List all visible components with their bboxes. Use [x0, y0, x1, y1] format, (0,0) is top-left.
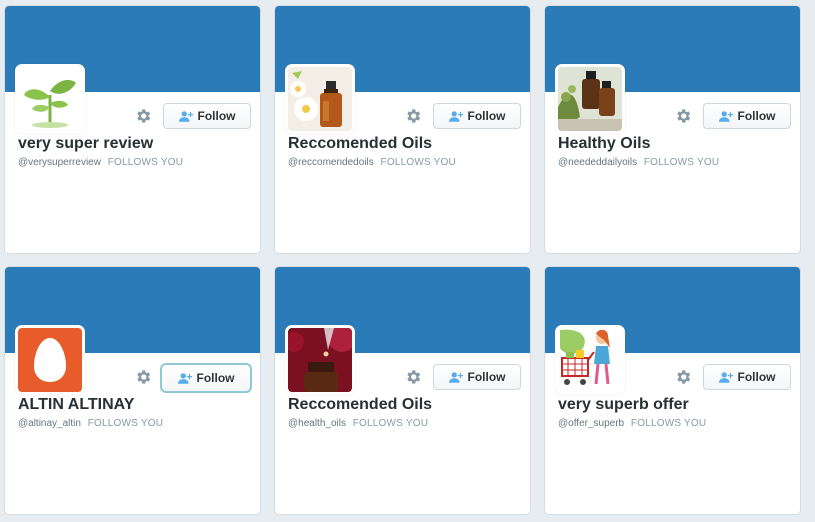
avatar[interactable] — [15, 64, 85, 134]
avatar[interactable] — [555, 64, 625, 134]
profile-handle[interactable]: @verysuperreview — [18, 157, 101, 168]
follows-you-badge: FOLLOWS YOU — [630, 418, 707, 429]
profile-meta: @neededdailyoils FOLLOWS YOU — [558, 157, 719, 168]
profile-card[interactable]: Follow Reccomended Oils @reccomendedoils… — [274, 5, 531, 254]
follows-you-badge: FOLLOWS YOU — [352, 418, 429, 429]
profile-name[interactable]: ALTIN ALTINAY — [18, 396, 134, 414]
gear-icon[interactable] — [134, 368, 152, 386]
follow-button[interactable]: Follow — [163, 103, 251, 129]
follow-button[interactable]: Follow — [703, 364, 791, 390]
follow-label: Follow — [737, 109, 776, 123]
profile-name[interactable]: very super review — [18, 135, 153, 153]
avatar[interactable] — [15, 325, 85, 395]
add-user-icon — [449, 110, 464, 123]
gear-icon[interactable] — [674, 368, 692, 386]
gear-icon[interactable] — [674, 107, 692, 125]
gear-icon[interactable] — [134, 107, 152, 125]
avatar[interactable] — [285, 325, 355, 395]
follows-you-badge: FOLLOWS YOU — [643, 157, 720, 168]
profile-name[interactable]: Reccomended Oils — [288, 396, 432, 414]
follows-you-badge: FOLLOWS YOU — [107, 157, 184, 168]
follow-button[interactable]: Follow — [433, 364, 521, 390]
profile-handle[interactable]: @reccomendedoils — [288, 157, 374, 168]
profile-meta: @verysuperreview FOLLOWS YOU — [18, 157, 183, 168]
avatar[interactable] — [555, 325, 625, 395]
oil-bottle-daisies-icon — [288, 67, 352, 131]
follow-label: Follow — [196, 371, 235, 385]
sprout-logo-icon — [18, 67, 82, 131]
add-user-icon — [449, 371, 464, 384]
add-user-icon — [179, 110, 194, 123]
follow-label: Follow — [467, 109, 506, 123]
follow-button[interactable]: Follow — [433, 103, 521, 129]
gear-icon[interactable] — [404, 107, 422, 125]
profile-handle[interactable]: @altinay_altin — [18, 418, 81, 429]
follows-you-badge: FOLLOWS YOU — [380, 157, 456, 168]
oil-bottles-herbs-icon — [558, 67, 622, 131]
profile-meta: @altinay_altin FOLLOWS YOU — [18, 418, 163, 429]
profile-name[interactable]: very superb offer — [558, 396, 689, 414]
gear-icon[interactable] — [404, 368, 422, 386]
profile-meta: @reccomendedoils FOLLOWS YOU — [288, 157, 456, 168]
default-egg-icon — [18, 328, 82, 392]
profile-meta: @offer_superb FOLLOWS YOU — [558, 418, 706, 429]
follow-label: Follow — [197, 109, 236, 123]
profile-card[interactable]: Follow very super review @verysuperrevie… — [4, 5, 261, 254]
profile-handle[interactable]: @health_oils — [288, 418, 346, 429]
profile-name[interactable]: Healthy Oils — [558, 135, 650, 153]
follow-label: Follow — [737, 370, 776, 384]
profile-handle[interactable]: @offer_superb — [558, 418, 624, 429]
follow-button[interactable]: Follow — [703, 103, 791, 129]
profile-card[interactable]: Follow Reccomended Oils @health_oils FOL… — [274, 266, 531, 515]
follow-button[interactable]: Follow — [160, 363, 252, 393]
shopping-girl-cart-icon — [558, 328, 622, 392]
add-user-icon — [719, 110, 734, 123]
follow-label: Follow — [467, 370, 506, 384]
profile-handle[interactable]: @neededdailyoils — [558, 157, 637, 168]
profile-name[interactable]: Reccomended Oils — [288, 135, 432, 153]
profile-meta: @health_oils FOLLOWS YOU — [288, 418, 428, 429]
add-user-icon — [178, 372, 193, 385]
dropper-bottle-icon — [288, 328, 352, 392]
profile-card[interactable]: Follow very superb offer @offer_superb F… — [544, 266, 801, 515]
add-user-icon — [719, 371, 734, 384]
profile-card[interactable]: Follow ALTIN ALTINAY @altinay_altin FOLL… — [4, 266, 261, 515]
profile-card[interactable]: Follow Healthy Oils @neededdailyoils FOL… — [544, 5, 801, 254]
avatar[interactable] — [285, 64, 355, 134]
follows-you-badge: FOLLOWS YOU — [87, 418, 164, 429]
